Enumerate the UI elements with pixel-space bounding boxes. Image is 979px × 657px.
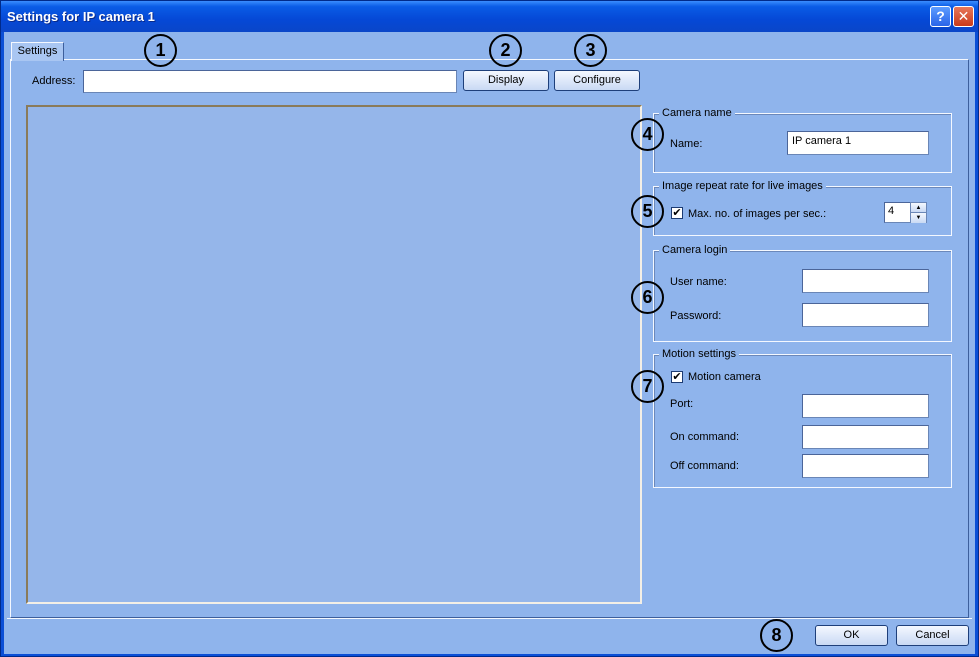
callout-badge-2: 2 bbox=[489, 34, 522, 67]
camera-login-group: Camera login bbox=[653, 243, 952, 342]
camera-login-group-title: Camera login bbox=[659, 243, 731, 257]
user-name-input[interactable] bbox=[802, 269, 929, 293]
max-images-label: Max. no. of images per sec.: bbox=[688, 208, 827, 220]
camera-preview-area bbox=[26, 105, 642, 604]
on-command-input[interactable] bbox=[802, 425, 929, 449]
repeat-rate-group-title: Image repeat rate for live images bbox=[659, 179, 826, 193]
configure-button[interactable]: Configure bbox=[554, 70, 640, 91]
ok-button[interactable]: OK bbox=[815, 625, 888, 646]
camera-name-group-title: Camera name bbox=[659, 106, 735, 120]
callout-badge-7: 7 bbox=[631, 370, 664, 403]
window-title: Settings for IP camera 1 bbox=[7, 9, 155, 24]
password-label: Password: bbox=[670, 310, 722, 322]
address-input[interactable] bbox=[83, 70, 457, 93]
callout-badge-1: 1 bbox=[144, 34, 177, 67]
images-per-sec-spinner: ▲ ▼ bbox=[910, 202, 927, 223]
password-input[interactable] bbox=[802, 303, 929, 327]
address-label: Address: bbox=[32, 75, 76, 87]
callout-badge-5: 5 bbox=[631, 195, 664, 228]
on-command-label: On command: bbox=[670, 431, 740, 443]
callout-badge-4: 4 bbox=[631, 118, 664, 151]
settings-dialog: Settings for IP camera 1 ? ✕ Settings Ad… bbox=[0, 0, 979, 657]
spin-up-icon[interactable]: ▲ bbox=[911, 203, 926, 213]
port-input[interactable] bbox=[802, 394, 929, 418]
help-button[interactable]: ? bbox=[930, 6, 951, 27]
dialog-client-area: Settings Address: Display Configure Came… bbox=[4, 32, 975, 654]
off-command-input[interactable] bbox=[802, 454, 929, 478]
images-per-sec-input[interactable]: 4 bbox=[884, 202, 911, 223]
bottom-separator bbox=[7, 618, 972, 619]
tab-settings[interactable]: Settings bbox=[11, 42, 64, 61]
close-button[interactable]: ✕ bbox=[953, 6, 974, 27]
cancel-button[interactable]: Cancel bbox=[896, 625, 969, 646]
display-button[interactable]: Display bbox=[463, 70, 549, 91]
callout-badge-3: 3 bbox=[574, 34, 607, 67]
port-label: Port: bbox=[670, 398, 694, 410]
title-bar[interactable]: Settings for IP camera 1 ? ✕ bbox=[1, 1, 978, 32]
motion-camera-label: Motion camera bbox=[688, 371, 761, 383]
camera-name-input[interactable]: IP camera 1 bbox=[787, 131, 929, 155]
callout-badge-8: 8 bbox=[760, 619, 793, 652]
user-name-label: User name: bbox=[670, 276, 727, 288]
max-images-checkbox[interactable]: ✔ bbox=[671, 207, 683, 219]
spin-down-icon[interactable]: ▼ bbox=[911, 213, 926, 223]
camera-name-label: Name: bbox=[670, 138, 703, 150]
callout-badge-6: 6 bbox=[631, 281, 664, 314]
motion-camera-checkbox[interactable]: ✔ bbox=[671, 371, 683, 383]
motion-settings-group-title: Motion settings bbox=[659, 347, 739, 361]
off-command-label: Off command: bbox=[670, 460, 739, 472]
